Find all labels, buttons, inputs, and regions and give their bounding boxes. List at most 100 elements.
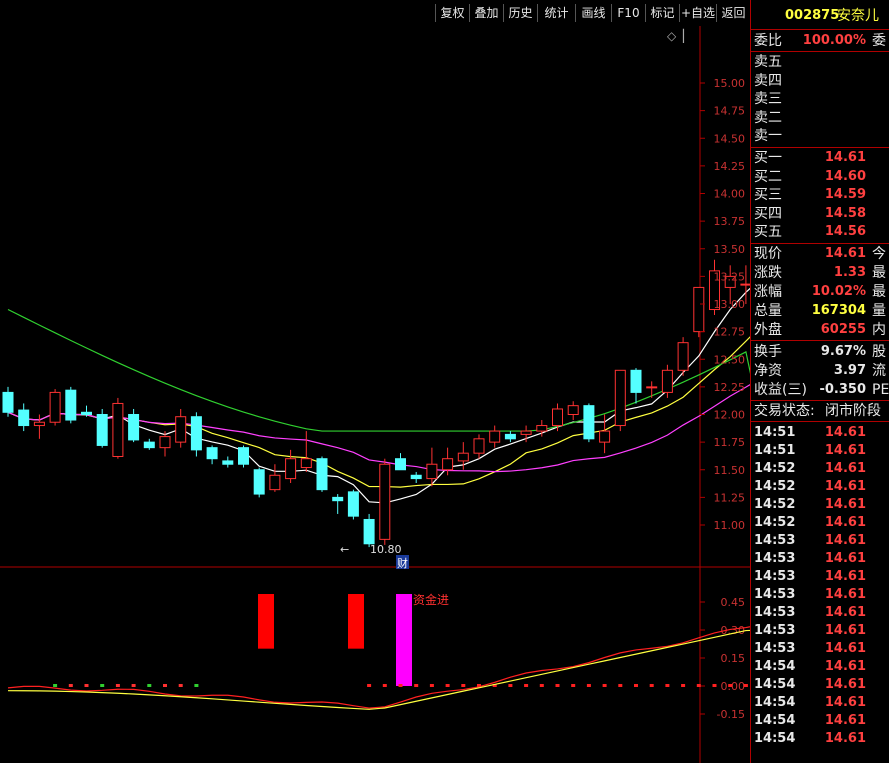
indicator-dash [728, 684, 733, 687]
finance-badge[interactable]: 财 [397, 556, 408, 570]
indicator-dash [115, 684, 120, 687]
bid-level-label: 买三 [754, 187, 782, 203]
indicator-dash [382, 684, 387, 687]
diamond-icon[interactable]: ◇ [667, 29, 677, 43]
candle [222, 460, 234, 465]
tick-time: 14:53 [754, 533, 796, 548]
candle [347, 491, 359, 517]
stat-label: 涨跌 [754, 265, 782, 281]
indicator-dash [665, 684, 670, 687]
tick-time: 14:54 [754, 695, 796, 710]
candle [332, 496, 344, 502]
price-tick-label: 14.00 [714, 188, 746, 201]
stock-code: 002875 [785, 8, 840, 23]
tick-time: 14:52 [754, 479, 796, 494]
tick-time: 14:52 [754, 461, 796, 476]
indicator-tick-label: 0.00 [721, 680, 746, 693]
candle [614, 369, 626, 427]
stat-suffix: 最 [872, 265, 886, 281]
f10-button[interactable]: F10 [611, 4, 645, 22]
tick-time: 14:53 [754, 569, 796, 584]
price-tick-label: 12.00 [714, 409, 746, 422]
candle [677, 342, 689, 371]
tick-time: 14:54 [754, 677, 796, 692]
bid-level-price: 14.61 [824, 150, 866, 165]
restore-rights-button[interactable]: 复权 [435, 4, 469, 22]
bid-level-label: 买一 [754, 150, 782, 166]
tick-price: 14.61 [824, 695, 866, 710]
tick-price: 14.61 [824, 713, 866, 728]
indicator-dash [696, 684, 701, 687]
indicator-dash [445, 684, 450, 687]
indicator-dash [68, 684, 73, 687]
candle [2, 391, 14, 413]
tick-time: 14:54 [754, 731, 796, 746]
candle [128, 414, 140, 441]
price-tick-label: 11.75 [714, 436, 746, 449]
tick-price: 14.61 [824, 641, 866, 656]
kline-chart[interactable]: 0.450.300.150.00-0.15 15.0014.7514.5014.… [0, 26, 750, 763]
bid-level-label: 买二 [754, 168, 782, 185]
back-button[interactable]: 返回 [716, 4, 750, 22]
indicator-dash [178, 684, 183, 687]
tick-price: 14.61 [824, 587, 866, 602]
bar-icon[interactable]: ▏ [682, 28, 692, 43]
stat-value: 60255 [820, 322, 866, 337]
candle [379, 463, 391, 540]
divider [751, 400, 889, 401]
tick-time: 14:53 [754, 587, 796, 602]
tick-time: 14:53 [754, 641, 796, 656]
draw-line-button[interactable]: 画线 [575, 4, 611, 22]
candle [442, 458, 454, 471]
candle [253, 469, 265, 495]
candle [630, 369, 642, 393]
candle [175, 416, 187, 443]
candle [473, 438, 485, 454]
stat-suffix: 内 [872, 322, 886, 338]
indicator-dash [634, 684, 638, 687]
add-favorite-button[interactable]: +自选 [679, 4, 716, 22]
indicator-dash [712, 684, 717, 687]
candle [646, 386, 658, 389]
tick-price: 14.61 [824, 677, 866, 692]
tick-time: 14:51 [754, 443, 796, 458]
price-tick-label: 13.00 [714, 298, 746, 311]
price-tick-label: 13.50 [714, 243, 746, 256]
tick-price: 14.61 [824, 515, 866, 530]
stat-suffix: 最 [872, 284, 886, 300]
price-tick-label: 11.50 [714, 464, 746, 477]
price-tick-label: 11.00 [714, 519, 746, 532]
statistics-button[interactable]: 统计 [537, 4, 575, 22]
indicator-dash [602, 684, 607, 687]
ask-level-label: 卖五 [754, 54, 782, 70]
indicator-red-line [7, 626, 750, 709]
candle [567, 405, 579, 416]
candle [159, 436, 171, 449]
candle [426, 463, 438, 480]
candle [81, 411, 92, 416]
bid-level-label: 买五 [754, 224, 782, 240]
candle [552, 408, 563, 427]
stat-label: 现价 [754, 246, 782, 262]
ask-level-label: 卖二 [754, 109, 782, 126]
history-button[interactable]: 历史 [503, 4, 537, 22]
bid-level-price: 14.59 [824, 187, 866, 202]
overlay-button[interactable]: 叠加 [469, 4, 503, 22]
indicator-dash [539, 684, 544, 687]
trade-status-value: 闭市阶段 [825, 403, 881, 419]
candle [661, 369, 673, 393]
tick-price: 14.61 [824, 605, 866, 620]
price-tick-label: 14.50 [714, 132, 746, 145]
indicator-dash [100, 684, 105, 687]
tick-price: 14.61 [824, 443, 866, 458]
indicator-tick-label: 0.15 [721, 652, 746, 665]
tick-price: 14.61 [824, 623, 866, 638]
tick-price: 14.61 [824, 551, 866, 566]
ask-level-label: 卖一 [754, 128, 782, 144]
tick-price: 14.61 [824, 533, 866, 548]
ask-level-label: 卖三 [754, 91, 782, 107]
fundamental-label: 换手 [754, 344, 782, 360]
tick-price: 14.61 [824, 497, 866, 512]
tick-price: 14.61 [824, 425, 866, 440]
mark-button[interactable]: 标记 [645, 4, 679, 22]
